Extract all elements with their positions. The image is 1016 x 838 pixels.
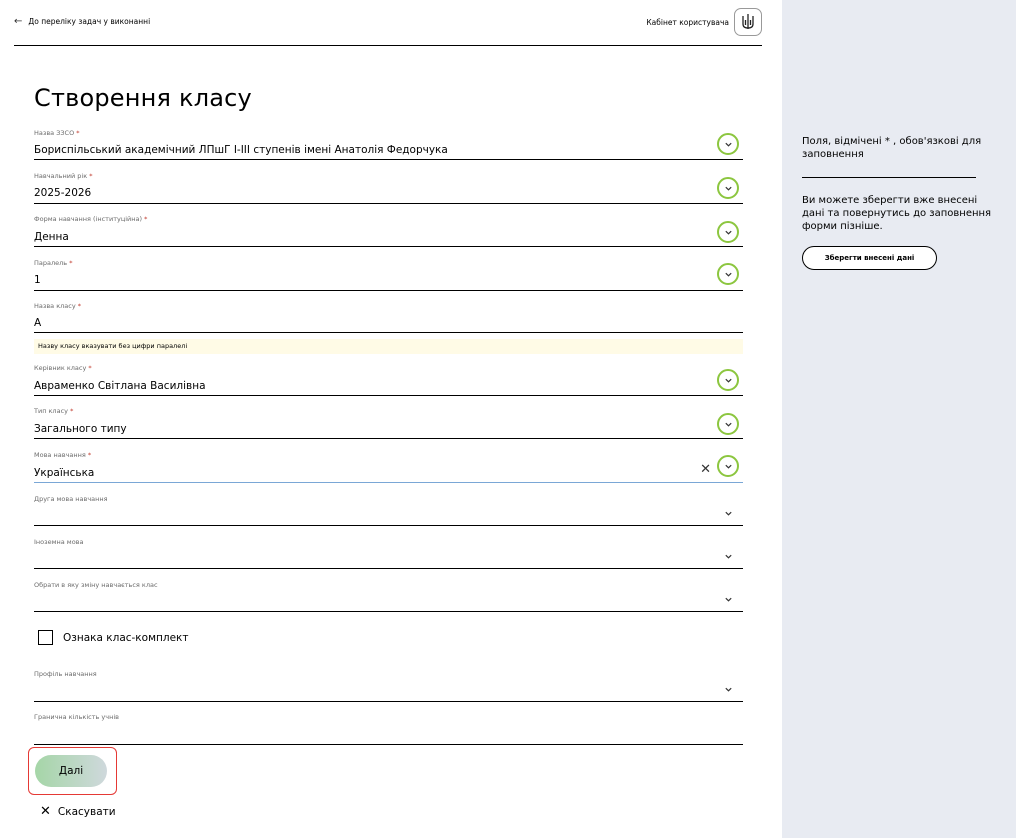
page-title: Створення класу xyxy=(34,84,252,112)
max-students-input[interactable]: Гранична кількість учнів xyxy=(34,710,743,745)
chevron-down-icon[interactable] xyxy=(717,502,739,524)
field-label: Форма навчання (інституційна) * xyxy=(34,215,148,223)
language-select[interactable]: Мова навчання * Українська ✕ xyxy=(34,449,743,483)
field-label: Профіль навчання xyxy=(34,670,97,678)
study-profile-select[interactable]: Профіль навчання xyxy=(34,667,743,702)
chevron-down-icon[interactable] xyxy=(717,221,739,243)
main-panel: ← До переліку задач у виконанні Кабінет … xyxy=(0,0,782,838)
field-value: А xyxy=(34,317,42,329)
field-label: Іноземна мова xyxy=(34,538,84,546)
trident-icon[interactable] xyxy=(734,8,762,36)
field-label: Назва класу * xyxy=(34,302,82,310)
next-button-highlight: Далі xyxy=(28,747,117,795)
field-value: Авраменко Світлана Василівна xyxy=(34,380,206,392)
field-label: Навчальний рік * xyxy=(34,172,93,180)
field-label: Мова навчання * xyxy=(34,451,92,459)
field-label: Назва ЗЗСО * xyxy=(34,129,80,137)
field-value: Денна xyxy=(34,231,69,243)
field-label: Обрати в яку зміну навчається клас xyxy=(34,581,158,589)
field-value: Українська xyxy=(34,467,95,479)
field-label: Тип класу * xyxy=(34,407,74,415)
right-sidebar: Поля, відмічені * , обов'язкові для запо… xyxy=(782,0,1016,838)
divider xyxy=(802,177,976,178)
parallel-select[interactable]: Паралель * 1 xyxy=(34,256,743,291)
user-cabinet-label: Кабінет користувача xyxy=(646,17,729,27)
user-cabinet[interactable]: Кабінет користувача xyxy=(646,8,762,36)
class-complect-checkbox[interactable] xyxy=(38,630,53,645)
save-later-note: Ви можете зберегти вже внесені дані та п… xyxy=(802,195,992,232)
chevron-down-icon[interactable] xyxy=(717,588,739,610)
back-link-label: До переліку задач у виконанні xyxy=(28,17,151,26)
next-button[interactable]: Далі xyxy=(35,755,107,787)
academic-year-select[interactable]: Навчальний рік * 2025-2026 xyxy=(34,170,743,204)
chevron-down-icon[interactable] xyxy=(717,455,739,477)
field-label: Керівник класу * xyxy=(34,364,92,372)
chevron-down-icon[interactable] xyxy=(717,263,739,285)
class-name-hint: Назву класу вказувати без цифри паралелі xyxy=(34,339,743,354)
arrow-left-icon: ← xyxy=(14,16,23,27)
study-form-select[interactable]: Форма навчання (інституційна) * Денна xyxy=(34,213,743,247)
save-draft-button[interactable]: Зберегти внесені дані xyxy=(802,246,937,270)
class-complect-checkbox-row[interactable]: Ознака клас-комплект xyxy=(38,630,189,645)
foreign-language-select[interactable]: Іноземна мова xyxy=(34,535,743,569)
chevron-down-icon[interactable] xyxy=(717,369,739,391)
chevron-down-icon[interactable] xyxy=(717,177,739,199)
close-icon: ✕ xyxy=(40,804,51,819)
cancel-link[interactable]: ✕ Скасувати xyxy=(40,804,116,819)
chevron-down-icon[interactable] xyxy=(717,133,739,155)
class-teacher-select[interactable]: Керівник класу * Авраменко Світлана Васи… xyxy=(34,362,743,396)
field-label: Паралель * xyxy=(34,259,73,267)
chevron-down-icon[interactable] xyxy=(717,545,739,567)
shift-select[interactable]: Обрати в яку зміну навчається клас xyxy=(34,578,743,612)
field-value: 1 xyxy=(34,274,41,286)
school-name-select[interactable]: Назва ЗЗСО * Бориспільський академічний … xyxy=(34,128,743,160)
top-bar: ← До переліку задач у виконанні Кабінет … xyxy=(14,8,762,46)
chevron-down-icon[interactable] xyxy=(717,413,739,435)
cancel-label: Скасувати xyxy=(57,805,116,818)
chevron-down-icon[interactable] xyxy=(717,678,739,700)
class-name-input[interactable]: Назва класу * А xyxy=(34,299,743,333)
class-type-select[interactable]: Тип класу * Загального типу xyxy=(34,405,743,439)
field-label: Друга мова навчання xyxy=(34,495,108,503)
field-label: Гранична кількість учнів xyxy=(34,713,119,721)
class-complect-label: Ознака клас-комплект xyxy=(63,631,189,644)
field-value: Бориспільський академічний ЛПшГ І-ІІІ ст… xyxy=(34,144,448,156)
back-link[interactable]: ← До переліку задач у виконанні xyxy=(14,16,150,27)
required-fields-note: Поля, відмічені * , обов'язкові для запо… xyxy=(802,136,982,160)
clear-icon[interactable]: ✕ xyxy=(700,462,711,477)
field-value: Загального типу xyxy=(34,423,127,435)
second-language-select[interactable]: Друга мова навчання xyxy=(34,492,743,526)
field-value: 2025-2026 xyxy=(34,187,92,199)
